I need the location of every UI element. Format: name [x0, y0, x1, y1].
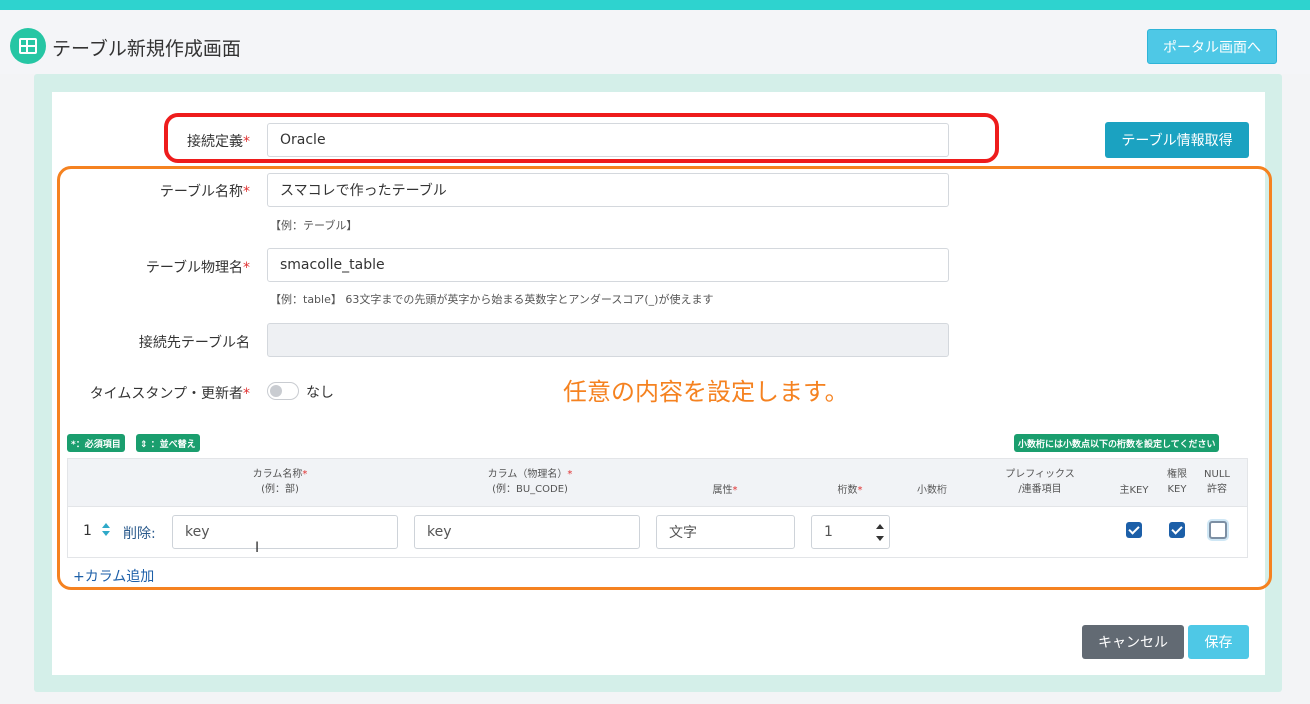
- portal-button[interactable]: ポータル画面へ: [1147, 29, 1277, 64]
- fetch-table-info-button[interactable]: テーブル情報取得: [1105, 122, 1249, 158]
- save-button[interactable]: 保存: [1188, 625, 1249, 659]
- optional-settings-highlight: [57, 166, 1272, 590]
- table-grid-icon: [10, 28, 46, 64]
- cancel-button[interactable]: キャンセル: [1082, 625, 1184, 659]
- top-accent-bar: [0, 0, 1310, 10]
- connection-highlight: [164, 113, 999, 163]
- page-title: テーブル新規作成画面: [52, 38, 241, 60]
